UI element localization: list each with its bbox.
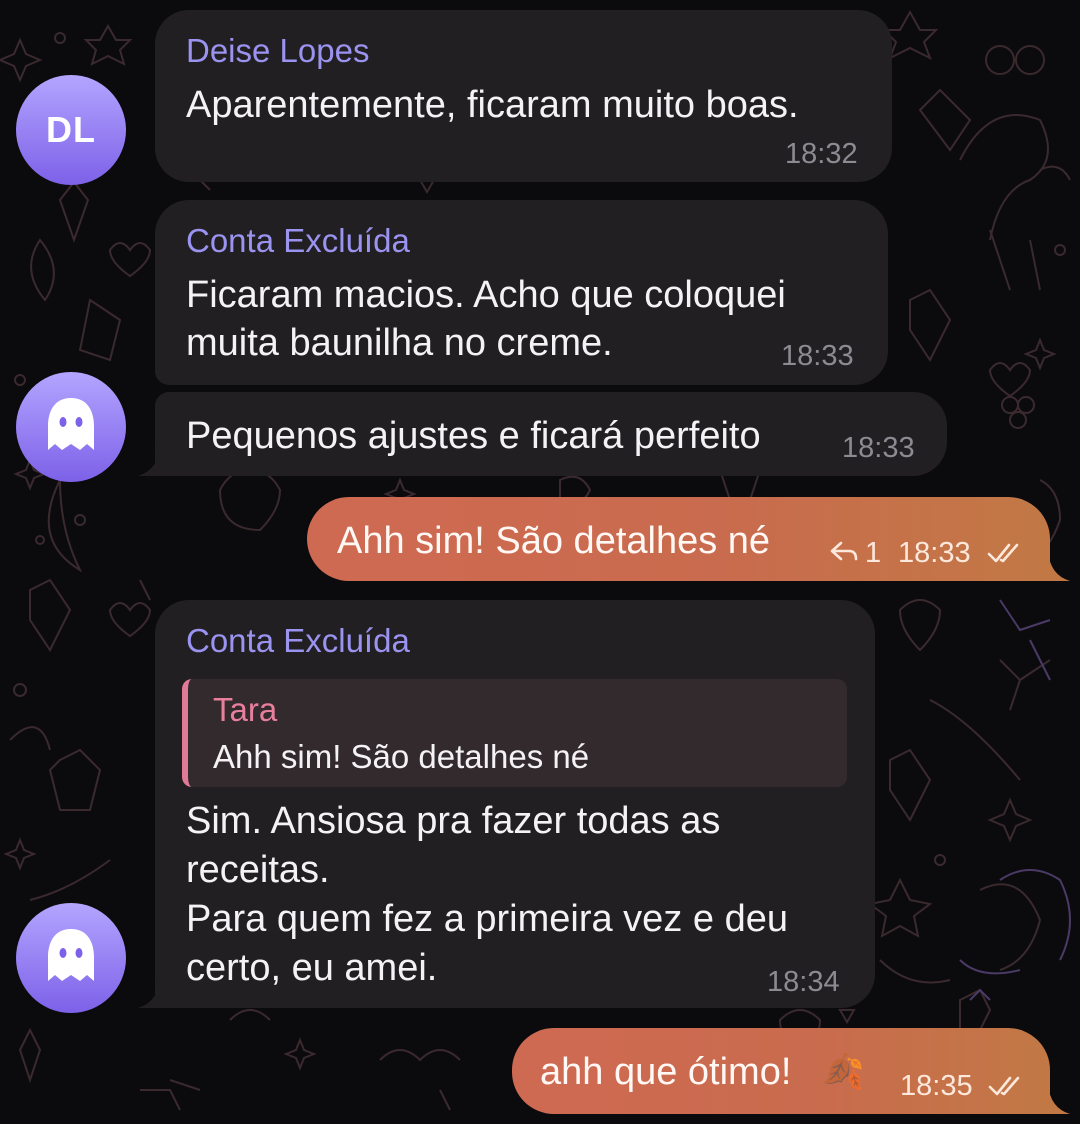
avatar[interactable]: DL <box>16 75 126 185</box>
message-text-line: certo, eu amei. <box>186 947 438 989</box>
message-text-line: muita baunilha no creme. <box>186 322 613 364</box>
message-bubble[interactable]: Conta Excluída Tara Ahh sim! São detalhe… <box>155 600 875 1008</box>
message-bubble-outgoing[interactable]: Ahh sim! São detalhes né 1 18:33 <box>307 497 1050 581</box>
sender-name[interactable]: Deise Lopes <box>186 32 369 70</box>
message-text: Ahh sim! São detalhes né <box>337 520 771 562</box>
reply-arrow-icon <box>830 541 858 561</box>
message-text: Aparentemente, ficaram muito boas. <box>186 84 799 126</box>
quoted-reply-author: Tara <box>213 691 278 728</box>
message-time: 18:33 <box>781 340 854 372</box>
message-time: 18:34 <box>767 966 840 998</box>
bubble-tail <box>1040 551 1070 581</box>
message-bubble[interactable]: Deise Lopes Aparentemente, ficaram muito… <box>155 10 892 182</box>
message-text-line: Para quem fez a primeira vez e deu <box>186 898 788 940</box>
message-time: 18:33 <box>842 432 915 464</box>
message-text-line: receitas. <box>186 849 330 891</box>
avatar[interactable] <box>16 903 126 1013</box>
ghost-icon <box>48 929 94 981</box>
bubble-tail <box>138 978 168 1008</box>
read-checkmarks-icon <box>988 1076 1020 1096</box>
avatar[interactable] <box>16 372 126 482</box>
message-text: ahh que ótimo! <box>540 1051 792 1093</box>
message-bubble[interactable]: Pequenos ajustes e ficará perfeito 18:33 <box>155 392 947 476</box>
sender-name[interactable]: Conta Excluída <box>186 222 410 260</box>
message-bubble-outgoing[interactable]: ahh que ótimo! 🍂 18:35 <box>512 1028 1050 1114</box>
ghost-icon <box>48 398 94 450</box>
bubble-tail <box>1040 1084 1070 1114</box>
quoted-reply[interactable]: Tara Ahh sim! São detalhes né <box>182 679 847 787</box>
quoted-reply-text: Ahh sim! São detalhes né <box>213 738 590 775</box>
message-time: 18:33 <box>898 537 971 569</box>
avatar-initials: DL <box>46 109 96 150</box>
message-time: 18:32 <box>785 138 858 170</box>
sender-name[interactable]: Conta Excluída <box>186 622 410 660</box>
message-text-line: Ficaram macios. Acho que coloquei <box>186 274 786 316</box>
bubble-tail <box>138 446 168 476</box>
leaf-emoji-icon: 🍂 <box>822 1053 865 1091</box>
message-time: 18:35 <box>900 1070 973 1102</box>
message-bubble[interactable]: Conta Excluída Ficaram macios. Acho que … <box>155 200 888 385</box>
message-text-line: Sim. Ansiosa pra fazer todas as <box>186 800 721 842</box>
read-checkmarks-icon <box>987 543 1019 563</box>
reply-count[interactable]: 1 <box>865 537 881 570</box>
message-text: Pequenos ajustes e ficará perfeito <box>186 415 761 457</box>
